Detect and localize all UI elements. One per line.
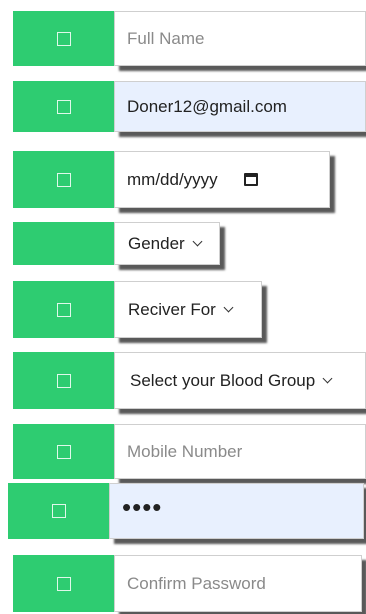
gender-selected: Gender (128, 233, 185, 253)
password-row: •••• (0, 483, 366, 539)
email-input[interactable]: Doner12@gmail.com (114, 81, 366, 132)
full-name-row: Full Name (0, 11, 366, 66)
registration-form: Full Name Doner12@gmail.com mm/dd/yyyy G… (0, 0, 366, 614)
chevron-down-icon (192, 236, 203, 247)
blood-group-select[interactable]: Select your Blood Group (114, 352, 366, 409)
mobile-placeholder: Mobile Number (127, 441, 243, 461)
gender-row: Gender (0, 222, 366, 265)
mobile-addon (13, 424, 114, 479)
checkbox-icon (56, 31, 71, 46)
confirm-password-addon (13, 555, 114, 612)
password-input[interactable]: •••• (109, 483, 364, 539)
mobile-input[interactable]: Mobile Number (114, 424, 366, 479)
dob-row: mm/dd/yyyy (0, 151, 366, 208)
checkbox-icon (56, 172, 71, 187)
receiver-for-selected: Reciver For (128, 299, 216, 319)
confirm-password-row: Confirm Password (0, 555, 366, 612)
mobile-row: Mobile Number (0, 424, 366, 479)
dob-placeholder: mm/dd/yyyy (127, 169, 218, 189)
chevron-down-icon (322, 373, 333, 384)
password-value: •••• (122, 492, 163, 522)
chevron-down-icon (223, 302, 234, 313)
checkbox-icon (56, 373, 71, 388)
checkbox-icon (56, 444, 71, 459)
dob-input[interactable]: mm/dd/yyyy (114, 151, 330, 208)
blood-group-row: Select your Blood Group (0, 352, 366, 409)
gender-select[interactable]: Gender (114, 222, 220, 265)
receiver-for-select[interactable]: Reciver For (114, 281, 262, 338)
full-name-placeholder: Full Name (127, 28, 205, 48)
receiver-for-addon (13, 281, 114, 338)
full-name-addon (13, 11, 114, 66)
calendar-icon[interactable] (243, 173, 258, 186)
email-value: Doner12@gmail.com (127, 96, 287, 116)
blood-group-addon (13, 352, 114, 409)
email-addon (13, 81, 114, 132)
dob-addon (13, 151, 114, 208)
full-name-input[interactable]: Full Name (114, 11, 366, 66)
checkbox-icon (51, 504, 66, 518)
receiver-for-row: Reciver For (0, 281, 366, 338)
confirm-password-placeholder: Confirm Password (127, 573, 266, 593)
password-addon (8, 483, 109, 539)
checkbox-icon (56, 99, 71, 114)
blood-group-selected: Select your Blood Group (130, 370, 316, 390)
checkbox-icon (56, 576, 71, 591)
gender-addon (13, 222, 114, 265)
email-row: Doner12@gmail.com (0, 81, 366, 132)
checkbox-icon (56, 302, 71, 317)
confirm-password-input[interactable]: Confirm Password (114, 555, 362, 612)
